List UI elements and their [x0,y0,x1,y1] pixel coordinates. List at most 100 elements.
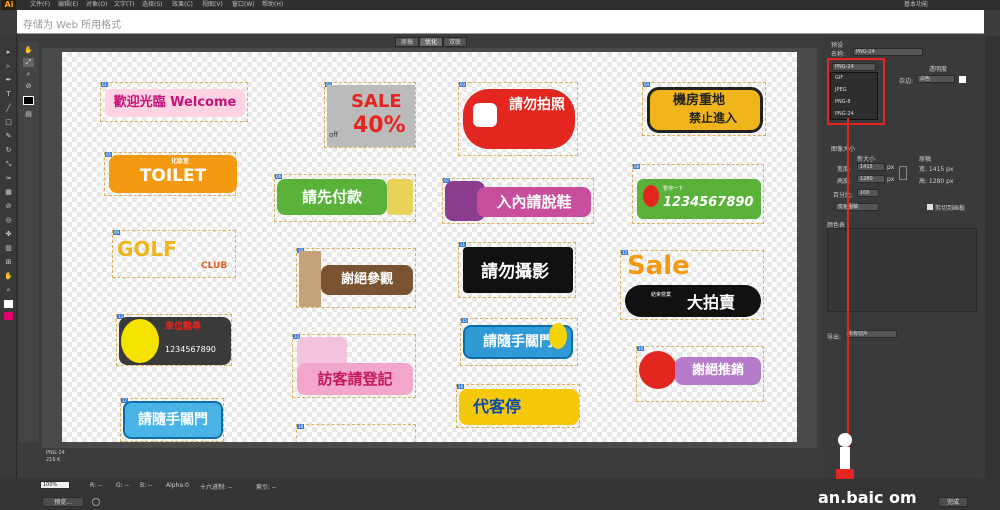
tab-original[interactable]: 原稿 [395,37,419,47]
status-alpha: Alpha:0 [166,482,189,489]
slice-no-photo[interactable]: 03 請勿拍照 [458,82,578,156]
slice-no-sales[interactable]: 16 謝絕推銷 [636,346,764,402]
fill-color-swatch[interactable] [4,300,13,308]
sign-register: 訪客請登記 [297,363,413,395]
highlight-box [827,58,885,125]
sign-no-sales: 謝絕推銷 [675,357,761,385]
width-unit: px [887,164,895,171]
preview-canvas[interactable]: 01 歡迎光臨 Welcome 05 TOILET 化妝室 09 GOLF CL… [62,52,797,442]
link-icon[interactable] [899,166,907,180]
scale-tool-icon[interactable]: ⤡ [4,160,13,168]
sign-golf: GOLF [117,237,177,261]
symbol-tool-icon[interactable]: ✤ [4,230,13,238]
dialog-title: 存储为 Web 所用格式 [23,20,122,31]
sign-no-photo: 請勿拍照 [509,97,565,113]
menu-view[interactable]: 视图(V) [202,0,223,10]
watermark: an.baic om [818,488,917,507]
zoom-select[interactable]: 100% [40,481,70,489]
slice-wait[interactable]: 08 暫停一下 1234567890 [632,164,764,224]
slice-register[interactable]: 14 訪客請登記 [292,334,416,398]
menu-help[interactable]: 帮助(H) [262,0,283,10]
menu-effect[interactable]: 效果(C) [172,0,193,10]
slice-welcome[interactable]: 01 歡迎光臨 Welcome [100,82,248,122]
slice-partial[interactable]: 18 [296,424,416,442]
sign-close-door-1: 請隨手關門 [123,401,223,439]
slice-clearance[interactable]: 12 Sale 結束營業 大拍賣 [620,250,764,320]
image-size-title: 图像大小 [831,146,856,153]
gradient-tool-icon[interactable]: ▦ [4,188,13,196]
sign-clearance-sale: Sale [627,251,690,281]
graph-tool-icon[interactable]: ▥ [4,244,13,252]
stroke-color-swatch[interactable] [4,312,13,320]
toggle-slices-icon[interactable]: ▤ [23,110,34,119]
slice-golf[interactable]: 09 GOLF CLUB [112,230,236,278]
clip-checkbox[interactable] [927,204,933,210]
slice-valet[interactable]: 16 代客停 [456,384,580,428]
sign-no-film: 請勿攝影 [481,262,549,282]
slice-close-door[interactable]: 17 請隨手關門 [120,398,224,442]
slice-machine-room[interactable]: 04 機房重地 禁止進入 [642,82,766,136]
dialog-titlebar: 存储为 Web 所用格式 [17,10,984,34]
quality-select[interactable]: 优化图稿 [835,203,879,211]
export-select[interactable]: 所有切片 [845,330,897,338]
menu-edit[interactable]: 编辑(E) [58,0,78,10]
browser-icon[interactable] [92,498,100,506]
selection-tool-icon[interactable]: ▸ [4,48,13,56]
eyedropper-color-swatch[interactable] [23,96,34,105]
preset-name-select[interactable]: PNG-24 [853,48,923,56]
menu-file[interactable]: 文件(F) [30,0,50,10]
app-toolbar: ▸ ▹ ✒ T ╱ □ ✎ ↻ ⤡ ≈ ▦ ⊘ ◎ ✤ ▥ ⊞ ✋ ⌕ [0,34,17,510]
eyedropper-icon[interactable]: ⊘ [23,82,34,91]
workspace-switcher[interactable]: 基本功能 [904,0,928,10]
sign-parking-sub: 1234567890 [165,345,216,354]
slice-close-door-2[interactable]: 15 請隨手關門 [460,318,578,366]
info-size: 216 K [46,457,61,463]
done-button[interactable]: 完成 [938,497,968,507]
rect-tool-icon[interactable]: □ [4,118,13,126]
rotate-tool-icon[interactable]: ↻ [4,146,13,154]
highlight-arrow [847,118,849,468]
sign-clearance-small: 結束營業 [651,292,672,298]
bulb-icon [643,185,659,207]
blend-tool-icon[interactable]: ◎ [4,216,13,224]
direct-select-icon[interactable]: ▹ [4,62,13,70]
info-format: PNG-24 [46,450,65,456]
matte-swatch[interactable] [959,76,966,83]
height-input[interactable]: 1280 [857,175,885,183]
menu-bar: Ai 文件(F) 编辑(E) 对象(O) 文字(T) 选择(S) 效果(C) 视… [0,0,1000,10]
menu-type[interactable]: 文字(T) [114,0,134,10]
slice-sale[interactable]: 02 SALE 40% off [324,82,416,148]
slice-select-icon[interactable]: ⤢ [23,58,34,67]
panel-scrollbar[interactable] [985,36,1000,510]
slice-no-visit[interactable]: 10 謝絕參觀 [296,248,416,308]
slice-shoes[interactable]: 07 入內請脫鞋 [442,178,594,224]
slice-no-film[interactable]: 11 請勿攝影 [458,242,576,298]
preview-button[interactable]: 预览... [42,497,84,507]
sign-welcome: 歡迎光臨 Welcome [105,89,245,117]
menu-window[interactable]: 窗口(W) [232,0,255,10]
hand-tool-icon[interactable]: ✋ [4,272,13,280]
artboard-tool-icon[interactable]: ⊞ [4,258,13,266]
no-entry-icon [639,351,677,389]
percent-input[interactable]: 100 [857,189,879,197]
line-tool-icon[interactable]: ╱ [4,104,13,112]
pen-tool-icon[interactable]: ✒ [4,76,13,84]
sign-parking: 車位難尋 [165,322,202,332]
eyedropper-tool-icon[interactable]: ⊘ [4,202,13,210]
hand-tool-icon[interactable]: ✋ [23,46,34,55]
slice-pay-first[interactable]: 06 請先付款 [274,174,416,222]
tab-optimized[interactable]: 优化 [419,37,443,47]
width-input[interactable]: 1415 [857,163,885,171]
warp-tool-icon[interactable]: ≈ [4,174,13,182]
slice-parking[interactable]: 13 車位難尋 1234567890 [116,314,232,366]
tab-2up[interactable]: 双联 [443,37,467,47]
menu-select[interactable]: 选择(S) [142,0,163,10]
type-tool-icon[interactable]: T [4,90,13,98]
slice-toilet[interactable]: 05 TOILET 化妝室 [104,152,237,196]
zoom-tool-icon[interactable]: ⌕ [23,70,34,79]
menu-object[interactable]: 对象(O) [86,0,107,10]
zoom-tool-icon[interactable]: ⌕ [4,286,13,294]
matte-select[interactable]: 白色 [917,75,955,83]
brush-tool-icon[interactable]: ✎ [4,132,13,140]
status-hex: 十六进制: -- [200,484,233,491]
